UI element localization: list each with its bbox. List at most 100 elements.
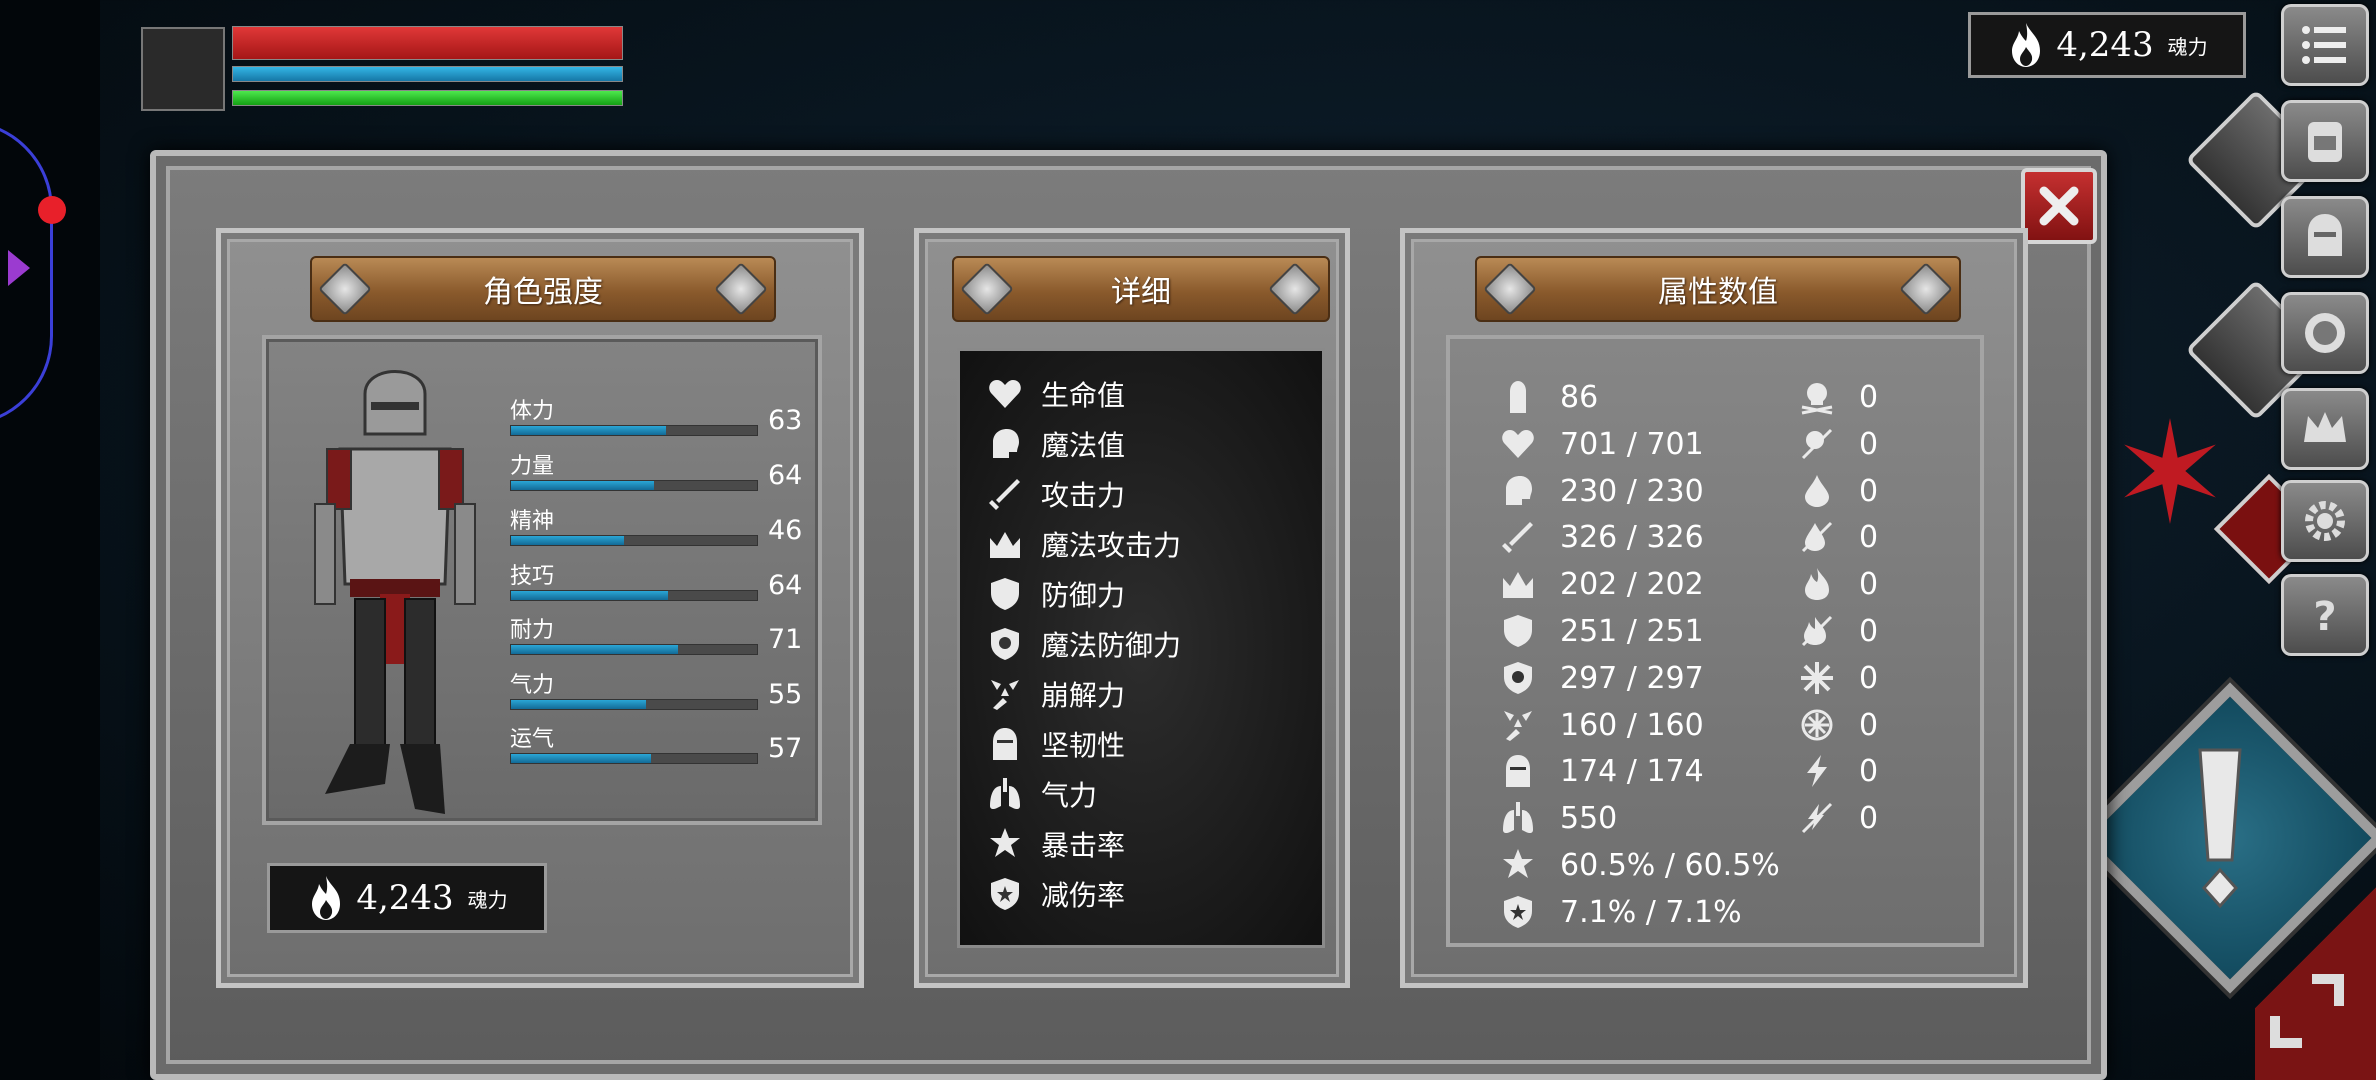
attr-value: 0	[1859, 707, 1879, 743]
detail-item: 气力	[985, 772, 1097, 816]
stat-bar-fill	[511, 754, 652, 763]
attr-value: 0	[1859, 660, 1879, 696]
helmet-icon	[2308, 214, 2342, 256]
reduction-shield-icon	[985, 874, 1025, 914]
attr-value: 550	[1560, 800, 1618, 836]
lungs-icon	[985, 774, 1025, 814]
stat-label: 技巧	[510, 564, 555, 589]
panel-title: 详细	[1111, 275, 1171, 310]
attr-value: 202 / 202	[1560, 566, 1704, 602]
break-icon	[985, 674, 1025, 714]
shield-icon	[1498, 611, 1538, 651]
question-icon: ?	[2313, 594, 2336, 640]
attr-value: 0	[1859, 753, 1879, 789]
stat-label: 运气	[510, 727, 555, 752]
flame-icon	[312, 876, 341, 920]
stat-label: 耐力	[510, 618, 555, 643]
rivet-icon	[1899, 262, 1953, 316]
red-star-icon: ✶	[2111, 393, 2229, 556]
stat-bar-fill	[511, 426, 666, 435]
settings-button[interactable]	[2281, 480, 2369, 562]
skills-button[interactable]	[2281, 292, 2369, 374]
magic-shield-icon	[1498, 658, 1538, 698]
detail-label: 暴击率	[1041, 829, 1126, 862]
attr-value: 297 / 297	[1560, 660, 1704, 696]
attr-value: 86	[1560, 379, 1599, 415]
stat-row-vitality: 体力 63	[510, 393, 810, 443]
detail-item: 生命值	[985, 372, 1125, 416]
stat-row-skill: 技巧 64	[510, 558, 810, 608]
detail-item: 坚韧性	[985, 722, 1125, 766]
rivet-icon	[1483, 262, 1537, 316]
attr-row: 0	[1797, 657, 1878, 699]
attr-row: 60.5% / 60.5%	[1498, 844, 1780, 886]
soul-currency-display: 4,243 魂力	[1968, 12, 2246, 78]
attr-row: 0	[1797, 750, 1878, 792]
poison-skull-icon	[1797, 377, 1837, 417]
flame-icon	[2012, 23, 2041, 67]
stat-value: 64	[768, 460, 803, 491]
attr-value: 7.1% / 7.1%	[1560, 894, 1742, 930]
attr-row: 7.1% / 7.1%	[1498, 891, 1742, 933]
detail-label: 攻击力	[1041, 479, 1126, 512]
attr-value: 0	[1859, 800, 1879, 836]
attr-value: 0	[1859, 519, 1879, 555]
rivet-icon	[714, 262, 768, 316]
close-icon	[2039, 186, 2079, 226]
stat-bar	[510, 425, 758, 436]
direction-arrow-icon	[8, 250, 30, 286]
stat-value: 71	[768, 624, 803, 655]
stamina-bar	[232, 90, 623, 106]
currency-amount: 4,243	[2056, 25, 2154, 65]
help-button[interactable]: ?	[2281, 574, 2369, 656]
helmet-icon	[1498, 751, 1538, 791]
detail-label: 气力	[1041, 779, 1098, 812]
panel-title: 角色强度	[483, 275, 603, 310]
stat-label: 体力	[510, 399, 555, 424]
close-button[interactable]	[2021, 168, 2097, 244]
rivet-icon	[960, 262, 1014, 316]
sword-icon	[1498, 517, 1538, 557]
character-portrait	[141, 27, 225, 111]
attr-row: 326 / 326	[1498, 516, 1704, 558]
stat-bar	[510, 644, 758, 655]
equipment-button[interactable]	[2281, 196, 2369, 278]
ranking-button[interactable]	[2281, 388, 2369, 470]
attr-value: 701 / 701	[1560, 426, 1704, 462]
detail-label: 坚韧性	[1041, 729, 1126, 762]
attr-row: 230 / 230	[1498, 470, 1704, 512]
attr-row: 202 / 202	[1498, 563, 1704, 605]
stat-value: 64	[768, 570, 803, 601]
resize-corner-icon[interactable]	[2262, 966, 2352, 1056]
menu-button[interactable]	[2281, 4, 2369, 86]
stat-value: 55	[768, 679, 803, 710]
attr-row: 0	[1797, 423, 1878, 465]
detail-item: 魔法攻击力	[985, 522, 1181, 566]
attr-value: 0	[1859, 473, 1879, 509]
fire-resist-icon	[1797, 611, 1837, 651]
stat-bar-fill	[511, 700, 647, 709]
stat-bar	[510, 590, 758, 601]
stat-bar-fill	[511, 536, 625, 545]
attr-row: 0	[1797, 563, 1878, 605]
attr-row: 174 / 174	[1498, 750, 1704, 792]
attr-value: 0	[1859, 613, 1879, 649]
crown-icon	[2304, 412, 2346, 442]
shield-icon	[985, 574, 1025, 614]
attr-value: 0	[1859, 426, 1879, 462]
stat-bar-fill	[511, 591, 669, 600]
backpack-icon	[2308, 122, 2342, 162]
attr-value: 0	[1859, 379, 1879, 415]
health-bar	[232, 26, 623, 60]
attr-row: 86	[1498, 376, 1598, 418]
head-icon	[1498, 471, 1538, 511]
heart-icon	[1498, 424, 1538, 464]
stat-value: 57	[768, 733, 803, 764]
inventory-button[interactable]	[2281, 100, 2369, 182]
detail-item: 暴击率	[985, 822, 1125, 866]
stat-bar	[510, 535, 758, 546]
panel-title-plank: 角色强度	[310, 256, 776, 322]
enemy-marker-dot	[38, 196, 66, 224]
detail-item: 减伤率	[985, 872, 1125, 916]
lungs-icon	[1498, 798, 1538, 838]
